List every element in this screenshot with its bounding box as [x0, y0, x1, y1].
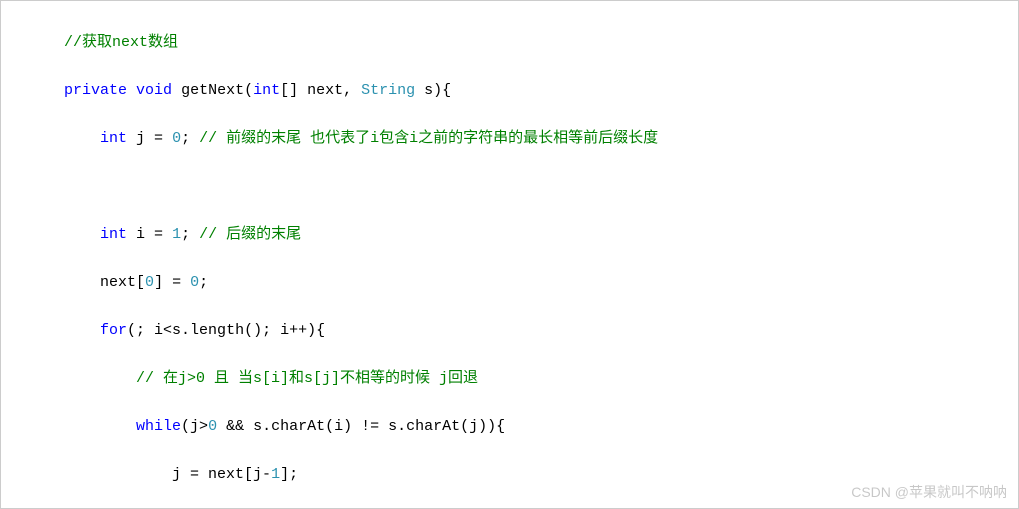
code-line: int i = 1; // 后缀的末尾 — [1, 223, 1018, 247]
keyword: for — [100, 322, 127, 339]
number: 0 — [172, 130, 181, 147]
keyword: while — [136, 418, 181, 435]
keyword: void — [136, 82, 172, 99]
number: 1 — [172, 226, 181, 243]
type: int — [253, 82, 280, 99]
code-text: ; — [181, 226, 199, 243]
number: 1 — [271, 466, 280, 483]
code-line: for(; i<s.length(); i++){ — [1, 319, 1018, 343]
identifier: getNext — [181, 82, 244, 99]
code-text: [] next, — [280, 82, 361, 99]
code-block: //获取next数组 private void getNext(int[] ne… — [0, 0, 1019, 509]
code-text: j = next[j- — [172, 466, 271, 483]
code-line: private void getNext(int[] next, String … — [1, 79, 1018, 103]
keyword: private — [64, 82, 127, 99]
code-text: (; i<s.length(); i++){ — [127, 322, 325, 339]
type: int — [100, 130, 127, 147]
code-text: j = — [127, 130, 172, 147]
punct: ( — [244, 82, 253, 99]
code-text: && s.charAt(i) != s.charAt(j)){ — [217, 418, 505, 435]
code-text: (j> — [181, 418, 208, 435]
number: 0 — [208, 418, 217, 435]
code-line: while(j>0 && s.charAt(i) != s.charAt(j))… — [1, 415, 1018, 439]
code-text: s){ — [415, 82, 451, 99]
code-line: //获取next数组 — [1, 31, 1018, 55]
code-line: j = next[j-1]; — [1, 463, 1018, 487]
code-text: ; — [199, 274, 208, 291]
code-line: // 在j>0 且 当s[i]和s[j]不相等的时候 j回退 — [1, 367, 1018, 391]
code-text: ]; — [280, 466, 298, 483]
code-line — [1, 175, 1018, 199]
type: String — [361, 82, 415, 99]
number: 0 — [190, 274, 199, 291]
type: int — [100, 226, 127, 243]
comment: // 后缀的末尾 — [199, 226, 301, 243]
code-text: ; — [181, 130, 199, 147]
code-line: int j = 0; // 前缀的末尾 也代表了i包含i之前的字符串的最长相等前… — [1, 127, 1018, 151]
code-line: next[0] = 0; — [1, 271, 1018, 295]
code-text: ] = — [154, 274, 190, 291]
code-text: next[ — [100, 274, 145, 291]
code-text: i = — [127, 226, 172, 243]
comment: //获取next数组 — [64, 34, 178, 51]
comment: // 前缀的末尾 也代表了i包含i之前的字符串的最长相等前后缀长度 — [199, 130, 658, 147]
comment: // 在j>0 且 当s[i]和s[j]不相等的时候 j回退 — [136, 370, 478, 387]
number: 0 — [145, 274, 154, 291]
